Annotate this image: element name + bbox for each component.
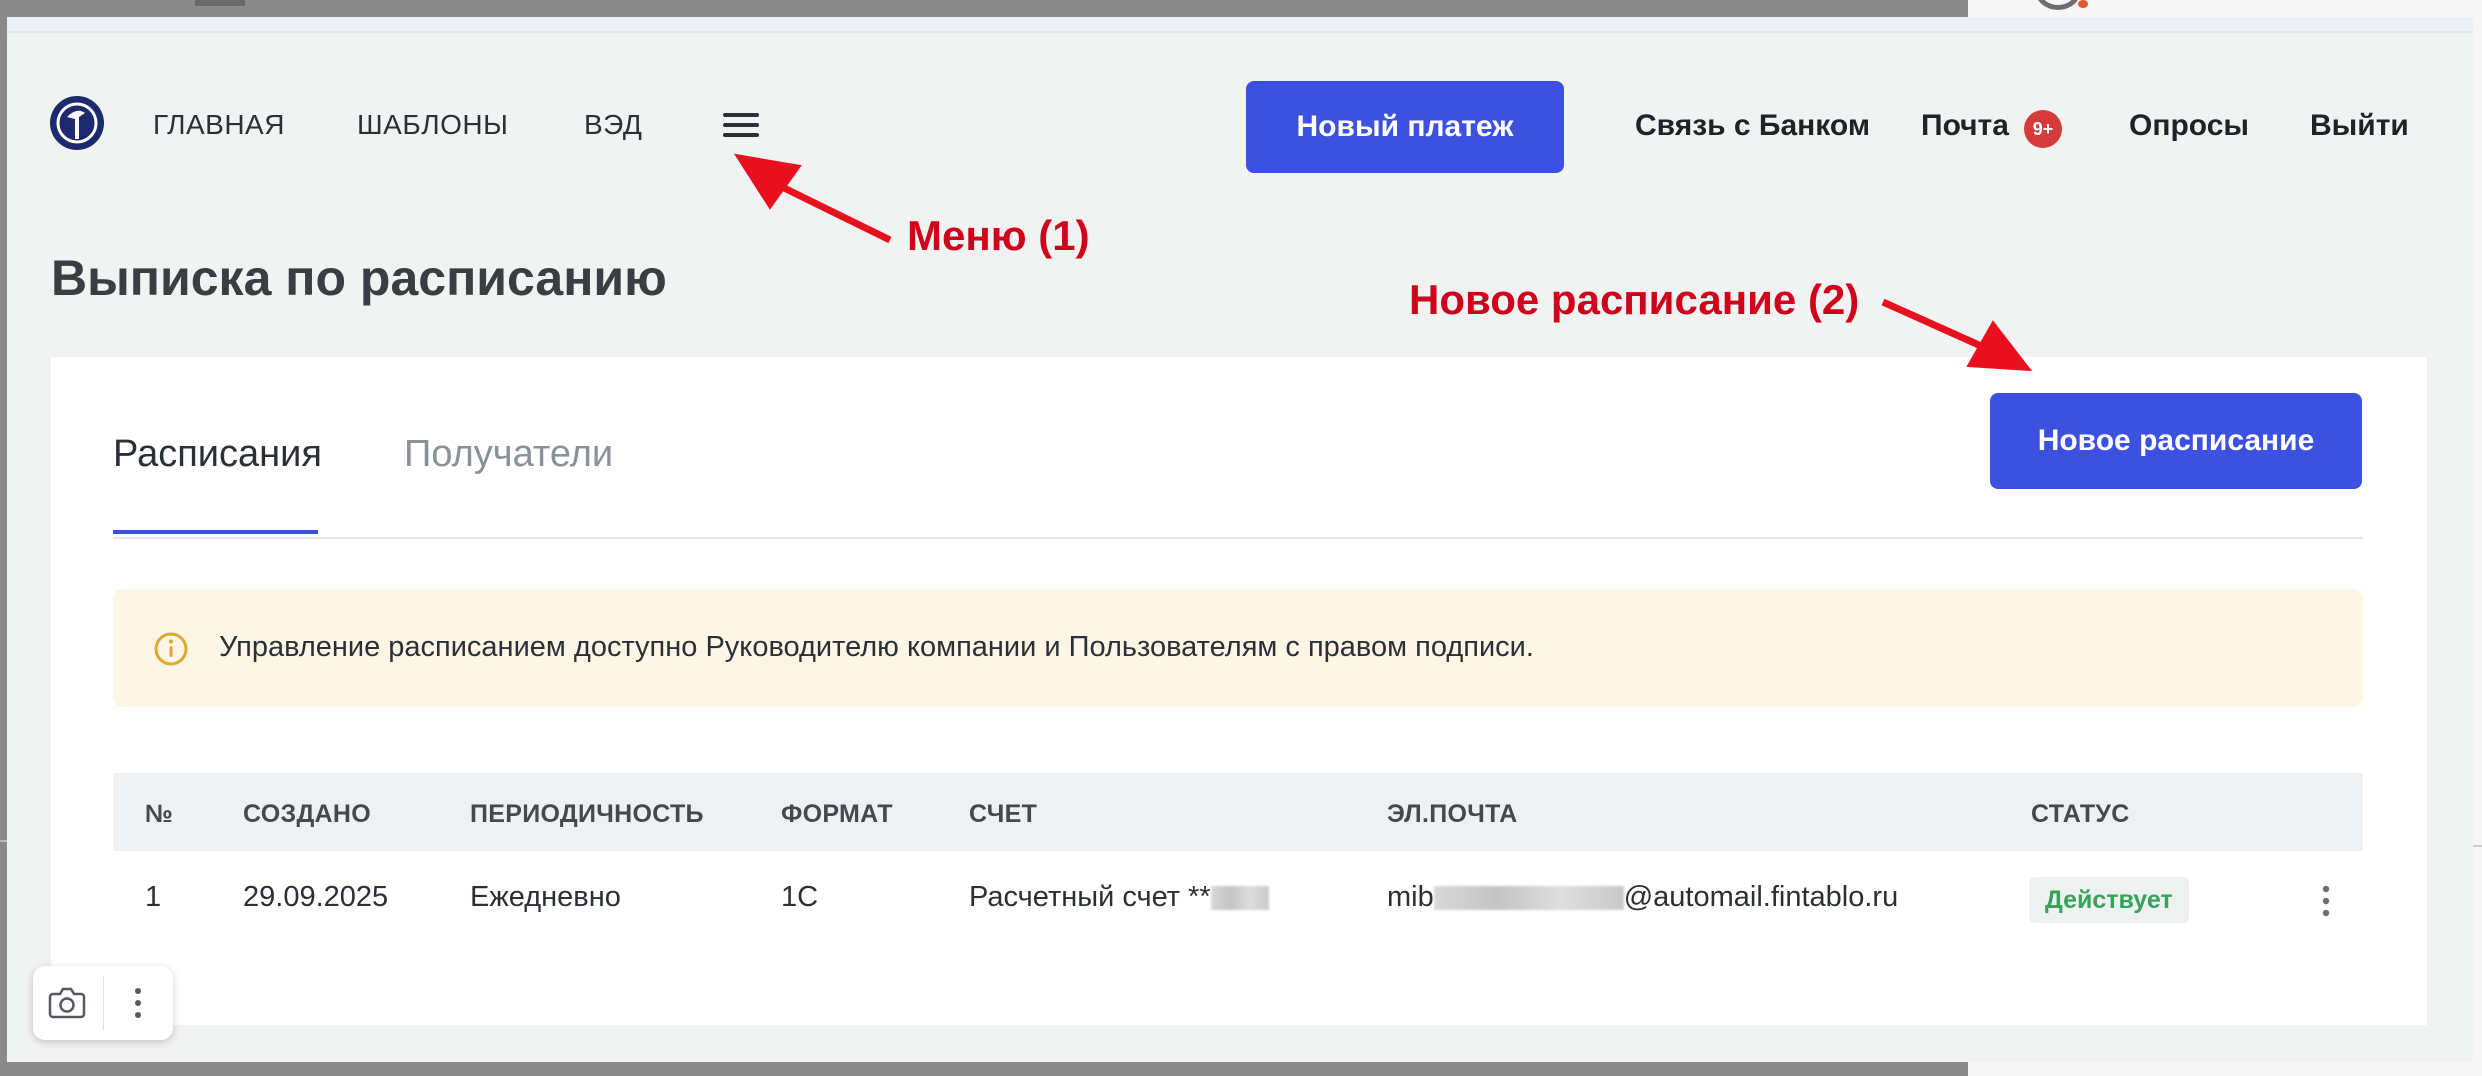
nav-main[interactable]: ГЛАВНАЯ bbox=[153, 109, 285, 141]
col-created[interactable]: СОЗДАНО bbox=[243, 800, 371, 829]
table-header: № СОЗДАНО ПЕРИОДИЧНОСТЬ ФОРМАТ СЧЕТ ЭЛ.П… bbox=[113, 773, 2363, 851]
cell-number: 1 bbox=[145, 881, 162, 913]
hamburger-menu-icon[interactable] bbox=[721, 110, 761, 140]
bank-contact-link[interactable]: Связь с Банком bbox=[1635, 109, 1870, 143]
bank-logo-icon[interactable] bbox=[49, 95, 105, 151]
logout-link[interactable]: Выйти bbox=[2310, 109, 2409, 143]
annotation-new-schedule: Новое расписание (2) bbox=[1409, 276, 1860, 323]
tab-schedules[interactable]: Расписания bbox=[113, 433, 322, 476]
cell-period: Ежедневно bbox=[470, 881, 621, 913]
active-tab-underline bbox=[113, 530, 318, 534]
schedule-card: Расписания Получатели Новое расписание У… bbox=[51, 357, 2427, 1025]
col-period[interactable]: ПЕРИОДИЧНОСТЬ bbox=[470, 800, 704, 829]
toolbar-divider bbox=[103, 976, 104, 1030]
screenshot-camera-icon[interactable] bbox=[47, 984, 87, 1022]
notice-banner: Управление расписанием доступно Руководи… bbox=[113, 589, 2363, 707]
row-more-icon[interactable] bbox=[2320, 881, 2332, 921]
redacted-account bbox=[1210, 886, 1269, 911]
window-top-strip bbox=[7, 17, 2473, 33]
col-email[interactable]: ЭЛ.ПОЧТА bbox=[1387, 800, 1517, 829]
new-schedule-button[interactable]: Новое расписание bbox=[1990, 393, 2362, 489]
background-notification-dot bbox=[2078, 0, 2088, 8]
annotation-menu: Меню (1) bbox=[907, 212, 1090, 259]
page-title: Выписка по расписанию bbox=[51, 250, 667, 306]
info-icon bbox=[153, 631, 189, 667]
cell-email: mib @automail.fintablo.ru bbox=[1387, 881, 1898, 914]
app-window: ГЛАВНАЯ ШАБЛОНЫ ВЭД Новый платеж Связь с… bbox=[7, 17, 2473, 1062]
cell-account: Расчетный счет ** bbox=[969, 881, 1269, 914]
col-number: № bbox=[145, 800, 174, 828]
col-format[interactable]: ФОРМАТ bbox=[781, 800, 893, 829]
mail-link[interactable]: Почта bbox=[1921, 109, 2009, 143]
toolbar-more-icon[interactable] bbox=[133, 982, 143, 1024]
nav-templates[interactable]: ШАБЛОНЫ bbox=[357, 109, 508, 141]
table-row[interactable]: 1 29.09.2025 Ежедневно 1С Расчетный счет… bbox=[113, 851, 2363, 961]
nav-ved[interactable]: ВЭД bbox=[584, 109, 642, 141]
email-suffix: @automail.fintablo.ru bbox=[1623, 881, 1899, 913]
redacted-email bbox=[1433, 886, 1624, 911]
cell-created: 29.09.2025 bbox=[243, 881, 389, 913]
floating-toolbar bbox=[33, 966, 173, 1040]
account-text: Расчетный счет ** bbox=[969, 881, 1211, 913]
cell-format: 1С bbox=[781, 881, 819, 913]
email-prefix: mib bbox=[1387, 881, 1434, 913]
status-badge: Действует bbox=[2029, 877, 2189, 923]
surveys-link[interactable]: Опросы bbox=[2129, 109, 2249, 143]
tab-recipients[interactable]: Получатели bbox=[404, 433, 613, 476]
background-tab bbox=[195, 0, 245, 6]
new-payment-button[interactable]: Новый платеж bbox=[1246, 81, 1564, 173]
mail-count-badge: 9+ bbox=[2024, 110, 2062, 148]
col-status[interactable]: СТАТУС bbox=[2031, 800, 2130, 829]
tabs-divider bbox=[113, 537, 2363, 539]
col-account[interactable]: СЧЕТ bbox=[969, 800, 1037, 829]
notice-text: Управление расписанием доступно Руководи… bbox=[219, 631, 1534, 663]
